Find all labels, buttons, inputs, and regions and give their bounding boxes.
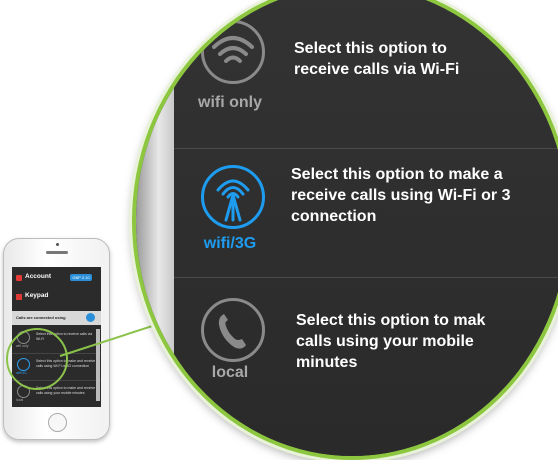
options-panel: wifi only Select this option to receive … <box>174 0 558 456</box>
connection-text: Calls are connected using <box>16 315 66 320</box>
speaker-grille <box>46 251 68 254</box>
account-icon <box>16 275 22 281</box>
account-label: Account <box>25 273 51 280</box>
option-caption: wifi only <box>198 94 262 111</box>
option-description: Select this option to mak calls using yo… <box>296 312 486 371</box>
option-local[interactable]: local Select this option to mak calls us… <box>174 280 558 420</box>
option-caption: local <box>211 364 249 381</box>
keypad-row[interactable]: Keypad <box>12 291 101 304</box>
divider <box>174 148 558 149</box>
account-row[interactable]: Account GBP 2.10 <box>12 272 101 285</box>
divider <box>174 277 558 278</box>
magnifier-callout: wifi only Select this option to receive … <box>132 0 558 460</box>
cell-tower-icon <box>201 165 265 229</box>
front-camera <box>56 243 59 246</box>
balance-badge: GBP 2.10 <box>70 274 92 281</box>
keypad-icon <box>16 294 22 300</box>
keypad-label: Keypad <box>25 292 49 299</box>
option-description: Select this option to receive calls via … <box>294 40 460 78</box>
highlight-ring <box>6 328 68 390</box>
option-description: Select this option to make a receive cal… <box>291 166 511 225</box>
option-caption: local <box>16 398 24 402</box>
phone-handset-icon <box>201 298 265 362</box>
device-bezel <box>136 0 174 456</box>
wifi-icon <box>201 20 265 84</box>
option-caption: wifi/3G <box>203 235 257 252</box>
connection-header: Calls are connected using <box>12 311 101 325</box>
home-button[interactable] <box>48 413 67 432</box>
scrollbar[interactable] <box>96 329 100 401</box>
option-wifi-3g[interactable]: wifi/3G Select this option to make a rec… <box>174 151 558 276</box>
selected-mode-icon <box>86 313 95 322</box>
option-wifi-only[interactable]: wifi only Select this option to receive … <box>174 20 558 146</box>
